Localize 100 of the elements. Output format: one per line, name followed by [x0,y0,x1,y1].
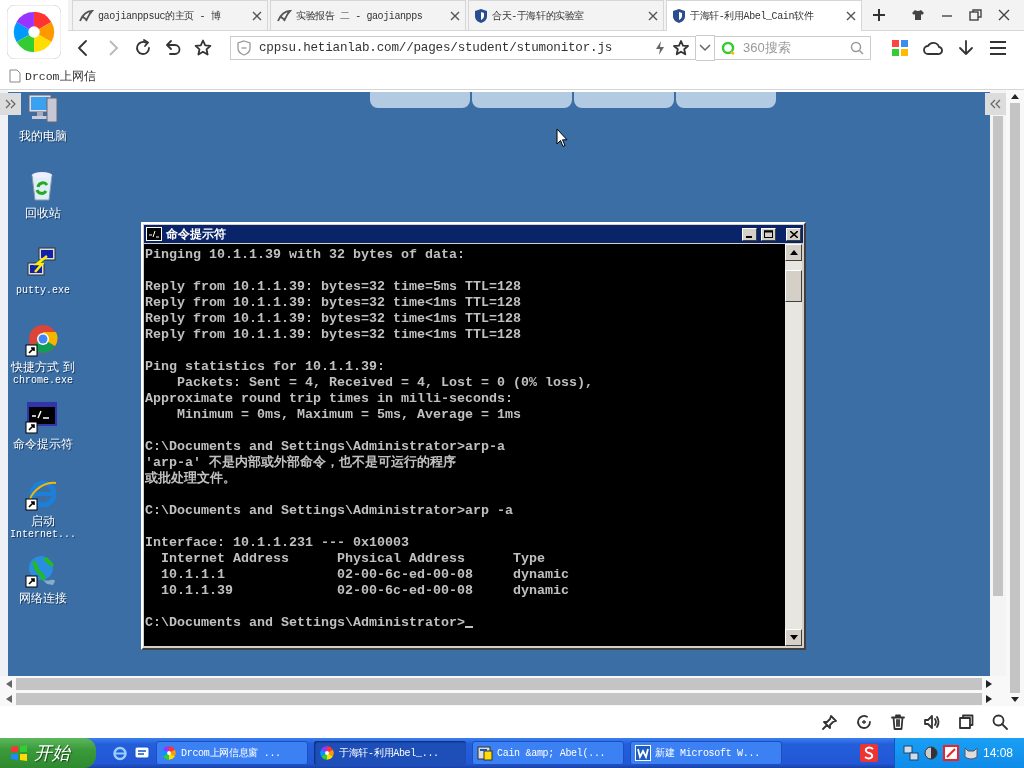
console-line: Pinging 10.1.1.39 with 32 bytes of data: [145,247,466,263]
browser-tab[interactable]: 合天-于海轩的实验室 [468,0,664,30]
console-icon [146,227,162,241]
scroll-thumb[interactable] [16,692,982,705]
console-line: C:\Documents and Settings\Administrator> [145,615,465,630]
search-bar[interactable]: 360搜索 [715,35,871,60]
restore-icon[interactable] [969,9,982,21]
tab-close-icon[interactable] [252,10,262,21]
browser-tab[interactable]: 于海轩-利用Abel_Cain软件 [666,0,862,31]
scroll-thumb[interactable] [1010,103,1020,693]
horizontal-scrollbar[interactable] [0,676,1006,691]
start-button[interactable]: 开始 [0,738,96,768]
taskbar-button[interactable]: 新建 Microsoft W... [630,741,782,765]
icon-label: 网络连接 [19,592,67,605]
tab-close-icon[interactable] [648,10,658,21]
console-line: Minimum = 0ms, Maximum = 5ms, Average = 1ms [176,407,522,423]
minimize-button[interactable] [742,227,757,241]
console-line: Ping statistics for 10.1.1.39: [145,359,386,375]
chevron-down-icon[interactable] [699,43,711,52]
scroll-up-icon[interactable] [789,250,798,255]
program-icon [477,745,493,761]
desktop-icon[interactable] [134,745,150,761]
shield-icon [672,8,686,24]
window-title: 命令提示符 [166,225,227,243]
menu-icon[interactable] [989,38,1007,57]
shirt-icon[interactable] [911,9,925,21]
icon-label: Internet... [10,528,76,541]
undo-icon[interactable] [164,38,182,57]
scroll-down-icon[interactable] [1011,697,1019,702]
shield-icon [474,7,488,24]
icon-label: 我的电脑 [19,130,67,143]
computer-icon[interactable] [25,92,61,126]
word-icon [635,745,651,761]
console-line: Packets: Sent = 4, Received = 4, Lost = 0 (0% loss), [176,375,594,391]
maximize-button[interactable] [761,227,776,241]
expand-right-icon[interactable] [4,99,17,109]
pin-icon[interactable] [822,714,838,730]
search-icon[interactable] [992,714,1008,730]
tray-alert-icon[interactable] [943,745,959,761]
clock: 14:08 [983,746,1015,760]
browser-logo[interactable] [7,5,61,59]
page-icon [9,69,21,83]
console-line: 10.1.1.39 02-00-6c-ed-00-08 dynamic [160,583,570,599]
scroll-thumb[interactable] [785,270,802,302]
remote-desktop[interactable] [8,90,990,676]
scroll-thumb[interactable] [16,677,982,690]
icon-label: 快捷方式 到 [11,361,75,374]
maximize-icon [764,230,773,238]
console-line: 'arp-a' 不是内部或外部命令，也不是可运行的程序 [145,455,457,471]
close-button[interactable] [786,227,801,241]
address-bar[interactable]: cppsu.hetianlab.com//pages/student/stumonitor.js [230,35,696,60]
bird-icon [276,7,292,24]
icon-label: putty.exe [16,284,70,297]
search-input[interactable]: 360搜索 [741,39,844,56]
browser-tab[interactable]: gaojianppsuc的主页 - 博 [72,0,268,30]
bookmark-link[interactable]: Drcom上网信 [25,68,96,84]
trash-icon[interactable] [890,714,906,730]
shield-outline-icon [237,39,251,56]
tab-close-icon[interactable] [450,10,460,21]
download-icon[interactable] [957,38,975,57]
tab-close-icon[interactable] [846,11,856,21]
text-cursor [464,626,473,628]
icon-label: 命令提示符 [13,438,73,451]
tray-cat-icon[interactable] [963,745,979,761]
scrollbar[interactable] [785,244,802,646]
lightning-icon[interactable] [655,40,665,55]
console-line: Internet Address Physical Address Type [160,551,546,567]
collapse-left-icon[interactable] [989,99,1002,109]
console-line: Approximate round trip times in milli-seconds: [145,391,514,407]
vertical-scrollbar[interactable] [1006,90,1024,706]
taskbar-button[interactable]: 于海轩-利用Abel_... [314,741,466,765]
reload-icon[interactable] [134,38,152,57]
icon-label: 回收站 [25,207,61,220]
console-line: C:\Documents and Settings\Administrator>arp -a [145,503,514,519]
console-line: C:\Documents and Settings\Administrator>arp-a [145,439,506,454]
input-method-icon[interactable] [860,744,878,762]
close-icon[interactable] [998,9,1010,21]
mouse-pointer-icon [556,128,568,148]
tray-program-icon[interactable] [923,745,939,761]
console-line: 或批处理文件。 [145,471,237,487]
icon-label: chrome.exe [13,374,73,387]
star-icon[interactable] [194,38,212,57]
console-line: Reply from 10.1.1.39: bytes=32 time<1ms TTL=128 [145,327,522,343]
browser-tab[interactable]: 实验报告 二 - gaojianpps [270,0,466,30]
console-line: Reply from 10.1.1.39: bytes=32 time<1ms TTL=128 [145,311,522,327]
close-icon [789,230,798,238]
refresh-badge-icon[interactable] [856,714,872,730]
apps-grid-icon[interactable] [891,38,909,57]
new-tab-icon[interactable] [872,8,886,22]
network-tray-icon[interactable] [903,745,919,761]
speaker-icon[interactable] [924,714,940,730]
horizontal-scrollbar[interactable] [0,691,1006,706]
scroll-up-icon[interactable] [1011,94,1019,99]
icon-label: 启动 [31,515,55,528]
taskbar-button[interactable]: Drcom上网信息窗 ... [156,741,308,765]
scroll-down-icon[interactable] [789,635,798,640]
taskbar-button[interactable]: Cain &amp; Abel(... [472,741,624,765]
star-icon[interactable] [673,39,689,56]
window-icon[interactable] [958,714,974,730]
search-engine-logo [721,40,735,55]
